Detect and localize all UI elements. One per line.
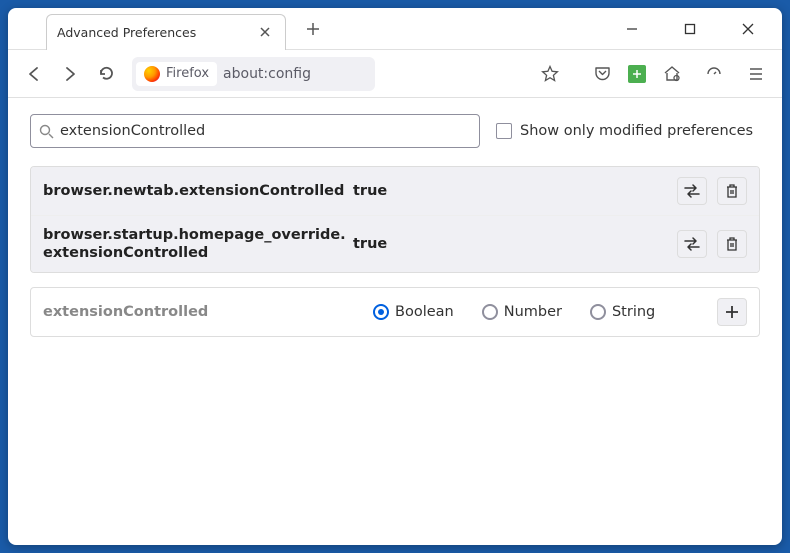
minimize-button[interactable] [614,15,650,43]
extension-icon[interactable] [628,65,646,83]
maximize-button[interactable] [672,15,708,43]
search-icon [39,124,54,139]
about-config-content: Show only modified preferences browser.n… [8,98,782,353]
browser-window: Advanced Preferences [8,8,782,545]
checkbox-icon[interactable] [496,123,512,139]
preference-results: browser.newtab.extensionControlled true … [30,166,760,273]
radio-icon [373,304,389,320]
new-tab-button[interactable] [298,18,328,40]
search-input[interactable] [60,123,471,139]
add-preference-container: extensionControlled Boolean Number Strin… [30,287,760,337]
address-bar[interactable]: Firefox about:config [132,57,375,91]
search-row: Show only modified preferences [30,114,760,148]
preference-row[interactable]: browser.startup.homepage_override.extens… [31,216,759,272]
window-controls [614,15,774,43]
delete-button[interactable] [717,177,747,205]
preference-name: browser.startup.homepage_override.extens… [43,226,353,262]
toolbar-right-icons [586,58,772,90]
add-preference-row: extensionControlled Boolean Number Strin… [31,288,759,336]
account-icon[interactable] [656,58,688,90]
forward-button[interactable] [54,58,86,90]
add-button[interactable] [717,298,747,326]
preference-name: browser.newtab.extensionControlled [43,182,353,200]
identity-label: Firefox [166,66,209,81]
close-tab-icon[interactable] [255,24,275,40]
type-radio-group: Boolean Number String [373,304,655,320]
app-menu-icon[interactable] [740,58,772,90]
preference-actions [677,177,747,205]
preference-actions [677,230,747,258]
delete-button[interactable] [717,230,747,258]
nav-toolbar: Firefox about:config [8,50,782,98]
show-modified-label: Show only modified preferences [520,123,753,139]
active-tab[interactable]: Advanced Preferences [46,14,286,50]
back-button[interactable] [18,58,50,90]
close-window-button[interactable] [730,15,766,43]
bookmark-star-icon[interactable] [534,58,566,90]
radio-label: Number [504,304,562,320]
preference-value: true [353,236,413,252]
url-text: about:config [223,66,371,82]
title-bar: Advanced Preferences [8,8,782,50]
reload-button[interactable] [90,58,122,90]
toggle-button[interactable] [677,230,707,258]
radio-icon [482,304,498,320]
firefox-logo-icon [144,66,160,82]
type-radio-boolean[interactable]: Boolean [373,304,454,320]
preference-search-box[interactable] [30,114,480,148]
overflow-icon[interactable] [698,58,730,90]
type-radio-number[interactable]: Number [482,304,562,320]
toggle-button[interactable] [677,177,707,205]
preference-row[interactable]: browser.newtab.extensionControlled true [31,167,759,216]
preference-value: true [353,183,413,199]
identity-chip[interactable]: Firefox [136,62,217,86]
tab-title: Advanced Preferences [57,25,196,40]
new-preference-name: extensionControlled [43,304,353,320]
radio-label: Boolean [395,304,454,320]
type-radio-string[interactable]: String [590,304,655,320]
radio-label: String [612,304,655,320]
show-modified-toggle[interactable]: Show only modified preferences [496,123,753,139]
pocket-icon[interactable] [586,58,618,90]
radio-icon [590,304,606,320]
